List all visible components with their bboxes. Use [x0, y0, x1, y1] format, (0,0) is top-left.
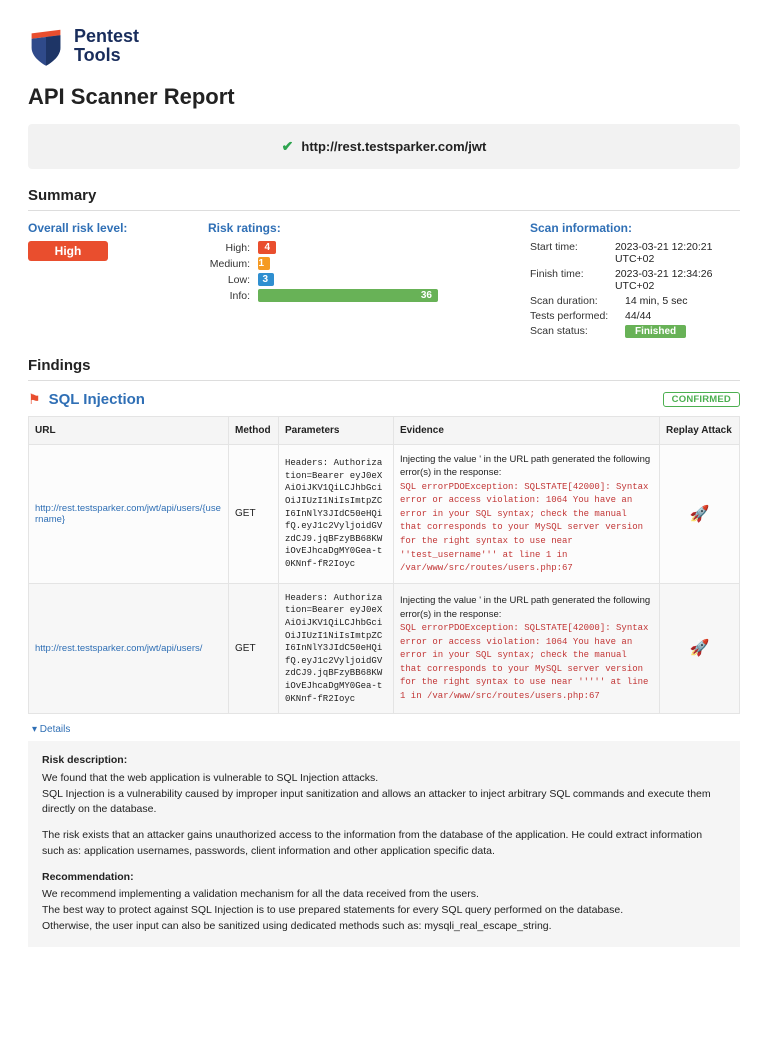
rating-medium-bar: 1: [258, 257, 270, 270]
replay-icon[interactable]: 🚀: [690, 506, 710, 523]
report-title: API Scanner Report: [28, 84, 740, 110]
brand-line2: Tools: [74, 46, 139, 65]
th-url: URL: [29, 417, 229, 445]
table-row: http://rest.testsparker.com/jwt/api/user…: [29, 445, 740, 584]
rating-info-label: Info:: [208, 290, 250, 302]
finding-evidence: Injecting the value ' in the URL path ge…: [394, 445, 660, 584]
scan-duration: 14 min, 5 sec: [625, 295, 687, 307]
target-bar: ✔ http://rest.testsparker.com/jwt: [28, 124, 740, 169]
details-box: Risk description: We found that the web …: [28, 741, 740, 947]
finding-name[interactable]: SQL Injection: [49, 391, 145, 408]
scan-status-label: Scan status:: [530, 325, 625, 338]
overall-label: Overall risk level:: [28, 221, 188, 235]
scan-finish-label: Finish time:: [530, 268, 615, 292]
rating-high-label: High:: [208, 242, 250, 254]
replay-icon[interactable]: 🚀: [690, 640, 710, 657]
table-row: http://rest.testsparker.com/jwt/api/user…: [29, 583, 740, 713]
target-url: http://rest.testsparker.com/jwt: [301, 139, 486, 154]
ratings-heading: Risk ratings:: [208, 221, 510, 235]
th-method: Method: [229, 417, 279, 445]
scan-duration-label: Scan duration:: [530, 295, 625, 307]
brand-line1: Pentest: [74, 27, 139, 46]
flag-icon: ⚑: [28, 391, 41, 408]
finding-method: GET: [229, 445, 279, 584]
rating-info-bar: 36: [258, 289, 438, 302]
findings-heading: Findings: [28, 357, 740, 374]
check-icon: ✔: [282, 138, 294, 155]
finding-method: GET: [229, 583, 279, 713]
rating-low-bar: 3: [258, 273, 274, 286]
risk-desc-heading: Risk description:: [42, 753, 726, 769]
details-toggle[interactable]: ▾ Details: [32, 724, 740, 735]
confirmed-badge: CONFIRMED: [663, 392, 740, 407]
finding-params: Headers: Authorization=Bearer eyJ0eXAiOi…: [279, 445, 394, 584]
scan-heading: Scan information:: [530, 221, 740, 235]
scan-start-label: Start time:: [530, 241, 615, 265]
summary-heading: Summary: [28, 187, 740, 204]
scan-finish: 2023-03-21 12:34:26 UTC+02: [615, 268, 740, 292]
finding-evidence: Injecting the value ' in the URL path ge…: [394, 583, 660, 713]
scan-tests-label: Tests performed:: [530, 310, 625, 322]
findings-table: URL Method Parameters Evidence Replay At…: [28, 416, 740, 714]
rating-high-bar: 4: [258, 241, 276, 254]
th-replay: Replay Attack: [660, 417, 740, 445]
rating-medium-label: Medium:: [208, 258, 250, 270]
shield-icon: [28, 24, 64, 68]
th-evidence: Evidence: [394, 417, 660, 445]
scan-tests: 44/44: [625, 310, 651, 322]
finding-url-link[interactable]: http://rest.testsparker.com/jwt/api/user…: [35, 503, 221, 525]
overall-risk-badge: High: [28, 241, 108, 261]
finding-params: Headers: Authorization=Bearer eyJ0eXAiOi…: [279, 583, 394, 713]
scan-status: Finished: [625, 325, 686, 338]
finding-url-link[interactable]: http://rest.testsparker.com/jwt/api/user…: [35, 643, 202, 654]
brand-logo: Pentest Tools: [28, 24, 740, 68]
th-params: Parameters: [279, 417, 394, 445]
scan-start: 2023-03-21 12:20:21 UTC+02: [615, 241, 740, 265]
rating-low-label: Low:: [208, 274, 250, 286]
recommendation-heading: Recommendation:: [42, 870, 726, 886]
